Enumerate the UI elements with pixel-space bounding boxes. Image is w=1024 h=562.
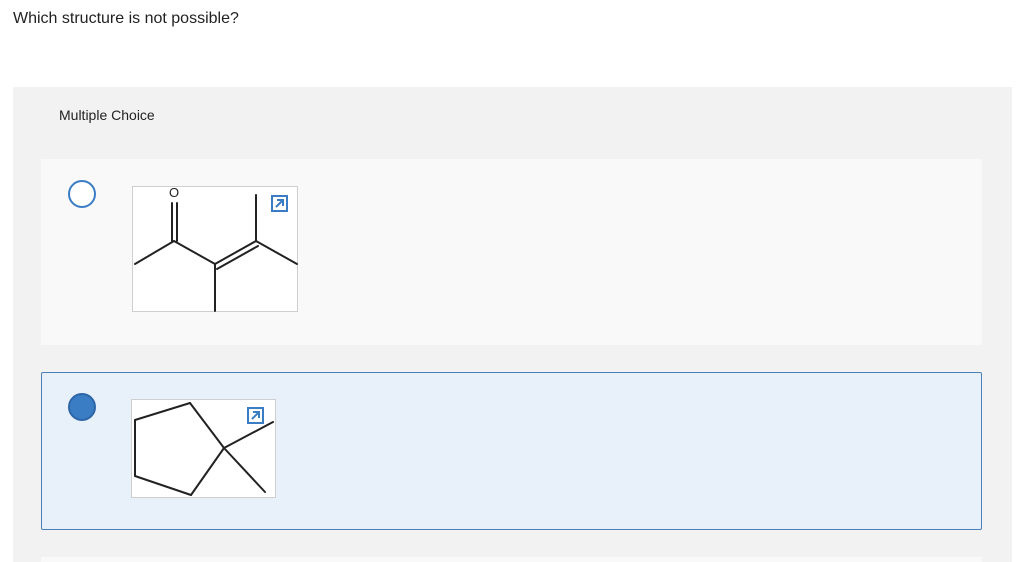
choice-option-b[interactable] — [41, 372, 982, 530]
question-text: Which structure is not possible? — [13, 10, 239, 27]
radio-button-selected[interactable] — [68, 393, 96, 421]
multiple-choice-label: Multiple Choice — [59, 107, 155, 123]
radio-button-unselected[interactable] — [68, 180, 96, 208]
multiple-choice-panel: Multiple Choice O — [13, 87, 1012, 562]
structure-image-b — [131, 399, 276, 498]
choice-option-a[interactable]: O — [41, 159, 982, 345]
expand-arrow-icon[interactable] — [247, 407, 264, 424]
expand-arrow-icon[interactable] — [271, 195, 288, 212]
oxygen-atom-label: O — [169, 185, 180, 200]
structure-image-a: O — [132, 186, 298, 312]
choice-option-c[interactable] — [41, 557, 982, 562]
